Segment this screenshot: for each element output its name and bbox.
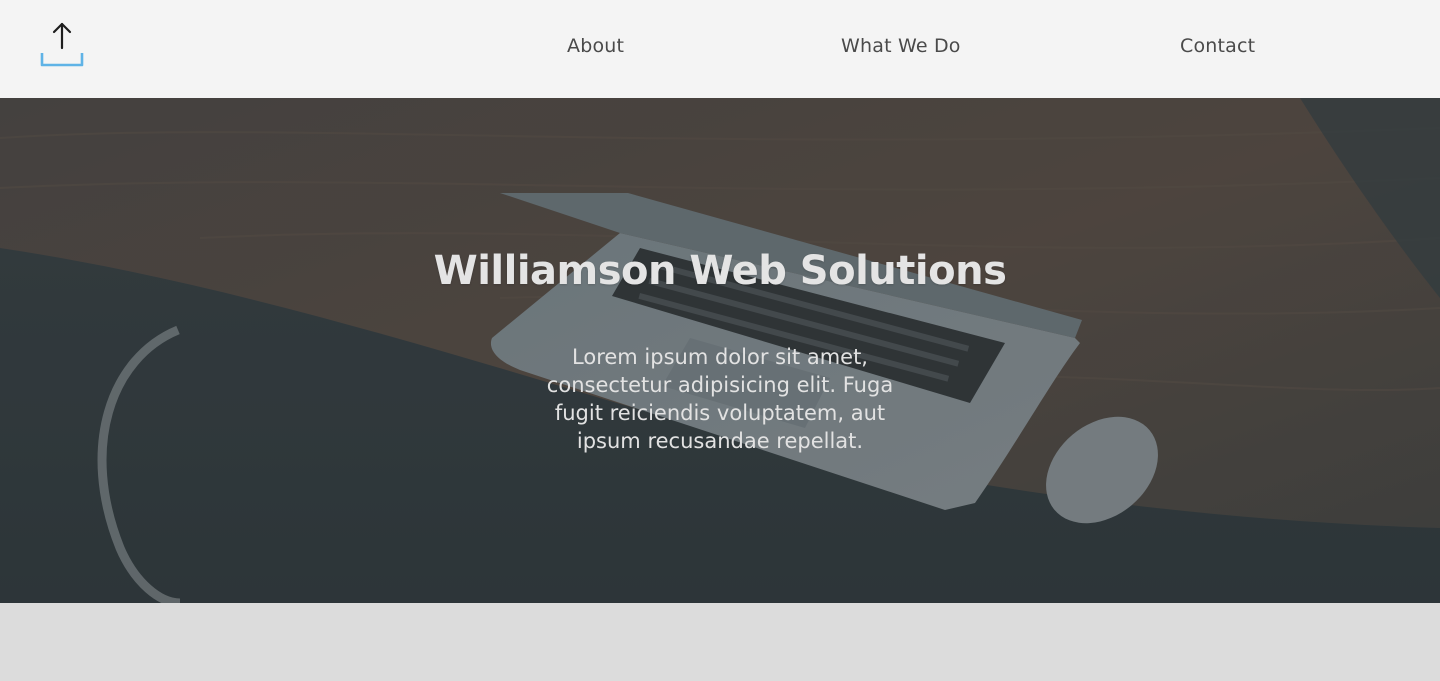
content-section [0,603,1440,681]
nav-link-about[interactable]: About [567,35,624,57]
nav-link-what-we-do[interactable]: What We Do [841,35,961,57]
upload-icon[interactable] [36,20,88,70]
nav-link-contact[interactable]: Contact [1180,35,1255,57]
hero-banner: Williamson Web Solutions Lorem ipsum dol… [0,98,1440,603]
hero-description: Lorem ipsum dolor sit amet, consectetur … [546,345,894,453]
site-header: About What We Do Contact [0,0,1440,98]
hero-title: Williamson Web Solutions [433,248,1007,294]
